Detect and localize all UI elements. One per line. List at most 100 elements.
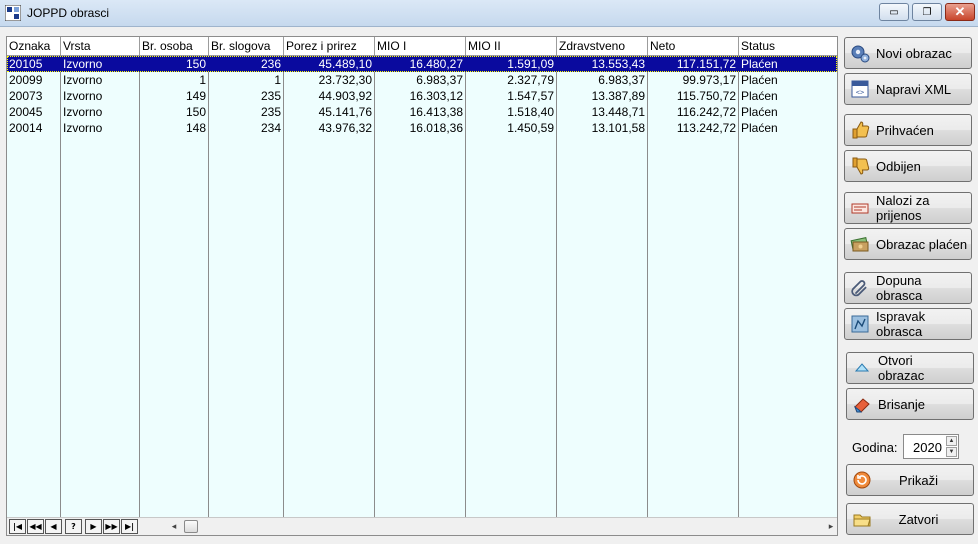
cell-oznaka[interactable]: 20073 xyxy=(7,88,60,104)
next-record-button[interactable]: ▶ xyxy=(85,519,102,534)
joppd-grid[interactable]: Oznaka Vrsta Br. osoba Br. slogova Porez… xyxy=(6,36,838,536)
cell-mio-ii[interactable]: 1.518,40 xyxy=(466,104,556,120)
table-row[interactable]: 20073 Izvorno 149 235 44.903,92 16.303,12 1.54… xyxy=(7,88,837,104)
previous-record-button[interactable]: ◀ xyxy=(45,519,62,534)
napravi-xml-button[interactable]: <> Napravi XML xyxy=(844,73,972,105)
cell-br-slogova[interactable]: 235 xyxy=(209,104,283,120)
table-row[interactable]: 20045 Izvorno 150 235 45.141,76 16.413,38 1.51… xyxy=(7,104,837,120)
cell-neto[interactable]: 116.242,72 xyxy=(648,104,738,120)
scroll-left-icon[interactable]: ◂ xyxy=(167,519,181,534)
cell-mio-i[interactable]: 16.303,12 xyxy=(375,88,465,104)
spin-up-icon[interactable]: ▲ xyxy=(946,436,957,446)
prikazi-button[interactable]: Prikaži xyxy=(846,464,974,496)
cell-vrsta[interactable]: Izvorno xyxy=(61,56,139,72)
cell-br-slogova[interactable]: 1 xyxy=(209,72,283,88)
spin-down-icon[interactable]: ▼ xyxy=(946,447,957,457)
otvori-obrazac-button[interactable]: Otvori obrazac xyxy=(846,352,974,384)
column-header-oznaka[interactable]: Oznaka xyxy=(7,37,61,55)
cell-vrsta[interactable]: Izvorno xyxy=(61,72,139,88)
cell-br-osoba[interactable]: 149 xyxy=(140,88,208,104)
cell-oznaka[interactable]: 20105 xyxy=(7,56,60,72)
first-record-button[interactable]: |◀ xyxy=(9,519,26,534)
odbijen-button[interactable]: Odbijen xyxy=(844,150,972,182)
cell-mio-ii[interactable]: 1.450,59 xyxy=(466,120,556,136)
cell-mio-ii[interactable]: 1.591,09 xyxy=(466,56,556,72)
novi-obrazac-button[interactable]: Novi obrazac xyxy=(844,37,972,69)
next-page-button[interactable]: ▶▶ xyxy=(103,519,120,534)
cell-br-osoba[interactable]: 148 xyxy=(140,120,208,136)
column-header-porez[interactable]: Porez i prirez xyxy=(284,37,375,55)
cell-oznaka[interactable]: 20045 xyxy=(7,104,60,120)
prihvacen-button[interactable]: Prihvaćen xyxy=(844,114,972,146)
godina-value[interactable]: 2020 xyxy=(913,440,942,455)
close-window-button[interactable]: ✕ xyxy=(945,3,975,21)
cell-porez[interactable]: 45.141,76 xyxy=(284,104,374,120)
cell-br-slogova[interactable]: 234 xyxy=(209,120,283,136)
xml-file-icon: <> xyxy=(850,79,870,99)
dopuna-obrasca-button[interactable]: Dopuna obrasca xyxy=(844,272,972,304)
column-header-br-osoba[interactable]: Br. osoba xyxy=(140,37,209,55)
help-button[interactable]: ? xyxy=(65,519,82,534)
cell-status[interactable]: Plaćen xyxy=(739,72,837,88)
cell-porez[interactable]: 45.489,10 xyxy=(284,56,374,72)
cell-oznaka[interactable]: 20014 xyxy=(7,120,60,136)
nalozi-za-prijenos-button[interactable]: Nalozi za prijenos xyxy=(844,192,972,224)
obrazac-placen-button[interactable]: Obrazac plaćen xyxy=(844,228,972,260)
scroll-right-icon[interactable]: ▸ xyxy=(825,519,837,534)
column-header-mio-ii[interactable]: MIO II xyxy=(466,37,557,55)
cell-vrsta[interactable]: Izvorno xyxy=(61,120,139,136)
column-header-neto[interactable]: Neto xyxy=(648,37,739,55)
horizontal-scrollbar-thumb[interactable] xyxy=(184,520,198,533)
last-record-button[interactable]: ▶| xyxy=(121,519,138,534)
cell-neto[interactable]: 113.242,72 xyxy=(648,120,738,136)
cell-zdravstveno[interactable]: 6.983,37 xyxy=(557,72,647,88)
cell-mio-ii[interactable]: 1.547,57 xyxy=(466,88,556,104)
cell-neto[interactable]: 117.151,72 xyxy=(648,56,738,72)
otvori-label-line1: Otvori xyxy=(878,353,913,368)
table-row[interactable]: 20099 Izvorno 1 1 23.732,30 6.983,37 2.327,79 6… xyxy=(7,72,837,88)
ispravak-obrasca-button[interactable]: Ispravak obrasca xyxy=(844,308,972,340)
godina-spinner[interactable]: 2020 ▲ ▼ xyxy=(903,434,959,459)
previous-page-button[interactable]: ◀◀ xyxy=(27,519,44,534)
cell-status[interactable]: Plaćen xyxy=(739,120,837,136)
column-header-br-slogova[interactable]: Br. slogova xyxy=(209,37,284,55)
cell-status[interactable]: Plaćen xyxy=(739,104,837,120)
minimize-button[interactable]: ▭ xyxy=(879,3,909,21)
cell-mio-i[interactable]: 16.480,27 xyxy=(375,56,465,72)
cell-status[interactable]: Plaćen xyxy=(739,56,837,72)
cell-zdravstveno[interactable]: 13.448,71 xyxy=(557,104,647,120)
restore-button[interactable]: ❐ xyxy=(912,3,942,21)
cell-porez[interactable]: 23.732,30 xyxy=(284,72,374,88)
cell-br-slogova[interactable]: 235 xyxy=(209,88,283,104)
cell-zdravstveno[interactable]: 13.387,89 xyxy=(557,88,647,104)
cell-neto[interactable]: 99.973,17 xyxy=(648,72,738,88)
column-header-zdravstveno[interactable]: Zdravstveno xyxy=(557,37,648,55)
zatvori-button[interactable]: Zatvori xyxy=(846,503,974,535)
cell-mio-ii[interactable]: 2.327,79 xyxy=(466,72,556,88)
table-row[interactable]: 20105 Izvorno 150 236 45.489,10 16.480,27 1.59… xyxy=(7,56,837,72)
refresh-icon xyxy=(852,470,872,490)
cell-zdravstveno[interactable]: 13.101,58 xyxy=(557,120,647,136)
cell-br-slogova[interactable]: 236 xyxy=(209,56,283,72)
cell-vrsta[interactable]: Izvorno xyxy=(61,88,139,104)
column-header-mio-i[interactable]: MIO I xyxy=(375,37,466,55)
column-header-status[interactable]: Status xyxy=(739,37,837,55)
brisanje-button[interactable]: Brisanje xyxy=(846,388,974,420)
cell-neto[interactable]: 115.750,72 xyxy=(648,88,738,104)
cell-status[interactable]: Plaćen xyxy=(739,88,837,104)
cell-mio-i[interactable]: 16.018,36 xyxy=(375,120,465,136)
column-header-vrsta[interactable]: Vrsta xyxy=(61,37,140,55)
table-row[interactable]: 20014 Izvorno 148 234 43.976,32 16.018,36 1.45… xyxy=(7,120,837,136)
eraser-icon xyxy=(852,394,872,414)
cell-porez[interactable]: 44.903,92 xyxy=(284,88,374,104)
cell-zdravstveno[interactable]: 13.553,43 xyxy=(557,56,647,72)
cell-br-osoba[interactable]: 1 xyxy=(140,72,208,88)
cell-mio-i[interactable]: 16.413,38 xyxy=(375,104,465,120)
cell-mio-i[interactable]: 6.983,37 xyxy=(375,72,465,88)
cell-vrsta[interactable]: Izvorno xyxy=(61,104,139,120)
cell-br-osoba[interactable]: 150 xyxy=(140,104,208,120)
cell-oznaka[interactable]: 20099 xyxy=(7,72,60,88)
cell-br-osoba[interactable]: 150 xyxy=(140,56,208,72)
restore-icon: ❐ xyxy=(922,6,932,18)
cell-porez[interactable]: 43.976,32 xyxy=(284,120,374,136)
